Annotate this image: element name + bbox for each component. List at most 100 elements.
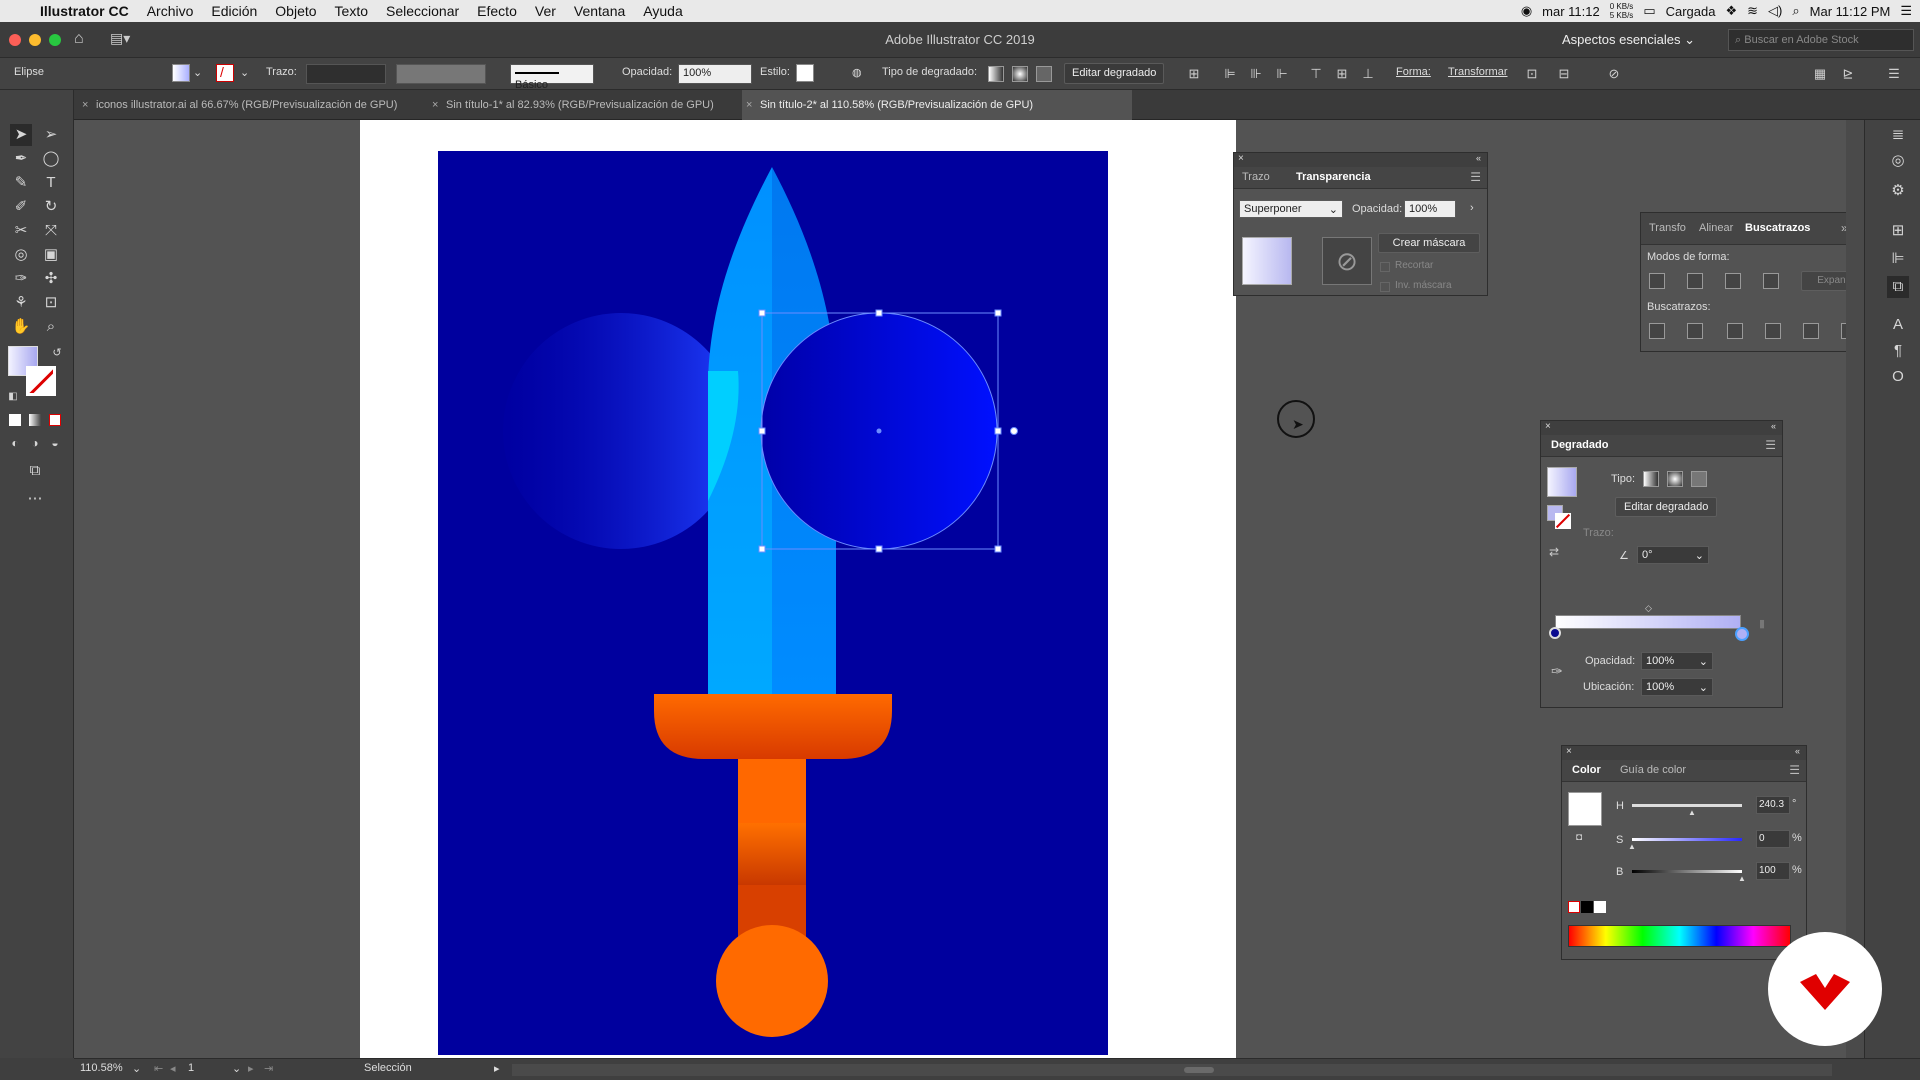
zoom-field[interactable]: 110.58% (80, 1062, 140, 1078)
transform-label[interactable]: Transformar (1448, 66, 1508, 78)
reverse-gradient-icon[interactable]: ⇄ (1549, 545, 1559, 559)
character-panel-icon[interactable]: A (1887, 314, 1909, 336)
color-mode-button[interactable] (9, 414, 21, 426)
horizontal-scrollbar[interactable] (512, 1064, 1832, 1076)
saturation-field[interactable]: 0 (1756, 830, 1790, 848)
pathfinder-panel-icon[interactable]: ⧉ (1887, 276, 1909, 298)
opentype-panel-icon[interactable]: O (1887, 366, 1909, 388)
tab-transparency[interactable]: Transparencia (1296, 171, 1371, 183)
color-spectrum[interactable] (1568, 925, 1791, 947)
delete-stop-icon[interactable]: ▮ (1759, 617, 1765, 630)
fill-swatch[interactable] (172, 64, 190, 82)
brush-definition[interactable]: Básico (510, 64, 594, 91)
close-icon[interactable]: × (432, 90, 438, 120)
blend-tool[interactable]: ✣ (40, 268, 62, 290)
prev-artboard-icon[interactable]: ◂ (170, 1062, 176, 1075)
trim-button[interactable] (1687, 323, 1703, 339)
out-of-gamut-icon[interactable]: ◘ (1576, 832, 1582, 843)
menu-ventana[interactable]: Ventana (565, 3, 634, 19)
clip-checkbox[interactable] (1380, 262, 1390, 272)
menu-app-name[interactable]: Illustrator CC (31, 3, 138, 19)
type-tool[interactable]: T (40, 172, 62, 194)
tab-gradient[interactable]: Degradado (1551, 439, 1608, 451)
zoom-tool[interactable]: ⌕ (40, 316, 62, 338)
brightness-slider-thumb[interactable]: ▲ (1738, 874, 1746, 883)
wifi-icon[interactable]: ≋ (1747, 3, 1758, 19)
stroke-color-swatch[interactable] (26, 366, 56, 396)
brightness-slider[interactable] (1632, 870, 1742, 873)
battery-icon[interactable]: ▭ (1643, 3, 1655, 19)
chevron-right-icon[interactable]: ▸ (494, 1062, 500, 1075)
panel-menu-icon[interactable]: ☰ (1765, 438, 1776, 452)
current-tool-status[interactable]: Selección (364, 1062, 412, 1074)
menu-seleccionar[interactable]: Seleccionar (377, 3, 468, 19)
gradient-stop-left[interactable] (1549, 627, 1561, 639)
freeform-gradient-button[interactable] (1036, 66, 1052, 82)
tab-sin-titulo-1[interactable]: × Sin título-1* al 82.93% (RGB/Previsuali… (428, 90, 742, 120)
workspace-switcher[interactable]: Aspectos esenciales ⌄ (1562, 32, 1695, 48)
intersect-button[interactable] (1725, 273, 1741, 289)
recolor-icon[interactable]: ⊞ (1186, 66, 1202, 82)
paintbrush-tool[interactable]: ✎ (10, 172, 32, 194)
draw-mode-icon[interactable]: ◐ (4, 432, 26, 454)
panel-icon[interactable]: ▦ (1812, 66, 1828, 82)
menu-edicion[interactable]: Edición (202, 3, 266, 19)
tab-iconos-illustrator[interactable]: × iconos illustrator.ai al 66.67% (RGB/Pr… (78, 90, 422, 120)
layers-icon[interactable]: ≣ (1887, 124, 1909, 146)
hue-slider-thumb[interactable]: ▲ (1688, 808, 1696, 817)
radial-gradient-button[interactable] (1667, 471, 1683, 487)
swap-fill-stroke-icon[interactable]: ↺ (46, 342, 68, 364)
opacity-field[interactable]: 100% (678, 64, 752, 84)
align-middle-icon[interactable]: ⊞ (1334, 66, 1350, 82)
align-bottom-icon[interactable]: ⊥ (1360, 66, 1376, 82)
pen-tool[interactable]: ✒ (10, 148, 32, 170)
search-icon[interactable]: ⌕ (1792, 3, 1799, 19)
close-icon[interactable]: × (1545, 421, 1551, 432)
vertical-scrollbar[interactable] (1846, 120, 1864, 1058)
screen-mode-icon[interactable]: ⧉ (24, 460, 46, 482)
variable-width-profile[interactable] (396, 64, 486, 84)
gradient-preview-swatch[interactable] (1547, 467, 1577, 497)
stop-opacity-field[interactable]: 100% ⌄ (1641, 652, 1713, 670)
chevron-down-icon[interactable]: ⌄ (132, 1062, 141, 1075)
saturation-slider-thumb[interactable]: ▲ (1628, 842, 1636, 851)
stock-search-field[interactable]: ⌕ Buscar en Adobe Stock (1728, 29, 1914, 51)
panel-icon-2[interactable]: ⊵ (1840, 66, 1856, 82)
align-right-icon[interactable]: ⊩ (1274, 66, 1290, 82)
artboard-tool[interactable]: ⊡ (40, 292, 62, 314)
shaper-tool[interactable]: ✐ (10, 196, 32, 218)
menu-list-icon[interactable]: ☰ (1900, 3, 1912, 19)
panel-menu-icon[interactable]: ☰ (1470, 170, 1481, 184)
stroke-swatch[interactable]: / (216, 64, 234, 82)
edit-gradient-button[interactable]: Editar degradado (1615, 497, 1717, 517)
direct-selection-tool[interactable]: ➢ (40, 124, 62, 146)
eyedropper-icon[interactable]: ✑ (1551, 663, 1563, 680)
current-color-swatch[interactable] (1568, 792, 1602, 826)
hue-field[interactable]: 240.3 (1756, 796, 1790, 814)
crop-button[interactable] (1765, 323, 1781, 339)
arrange-icon[interactable]: ⊟ (1556, 66, 1572, 82)
close-icon[interactable]: × (1566, 746, 1572, 757)
collapse-icon[interactable]: « (1795, 746, 1800, 756)
merge-button[interactable] (1727, 323, 1743, 339)
shape-builder-tool[interactable]: ◎ (10, 244, 32, 266)
align-left-icon[interactable]: ⊫ (1222, 66, 1238, 82)
gradient-midpoint-icon[interactable]: ◇ (1645, 603, 1652, 614)
edit-gradient-button[interactable]: Editar degradado (1064, 63, 1165, 84)
stroke-mini-swatch[interactable] (1555, 513, 1571, 529)
align-panel-icon[interactable]: ⊫ (1887, 248, 1909, 270)
outline-button[interactable] (1803, 323, 1819, 339)
mask-thumbnail[interactable]: ⊘ (1322, 237, 1372, 285)
opacity-field[interactable]: 100% (1404, 200, 1456, 218)
chevron-down-icon[interactable]: ⌄ (193, 66, 202, 79)
radial-gradient-button[interactable] (1012, 66, 1028, 82)
transform-panel-icon[interactable]: ⊞ (1887, 220, 1909, 242)
close-icon[interactable]: × (1238, 153, 1244, 164)
menu-texto[interactable]: Texto (326, 3, 377, 19)
dagger-artwork[interactable] (438, 151, 1108, 1055)
gradient-tool[interactable]: ▣ (40, 244, 62, 266)
unite-button[interactable] (1649, 273, 1665, 289)
last-artboard-icon[interactable]: ⇥ (264, 1062, 273, 1075)
width-tool[interactable]: ⤧ (40, 220, 62, 242)
black-color-swatch[interactable] (1581, 901, 1593, 913)
